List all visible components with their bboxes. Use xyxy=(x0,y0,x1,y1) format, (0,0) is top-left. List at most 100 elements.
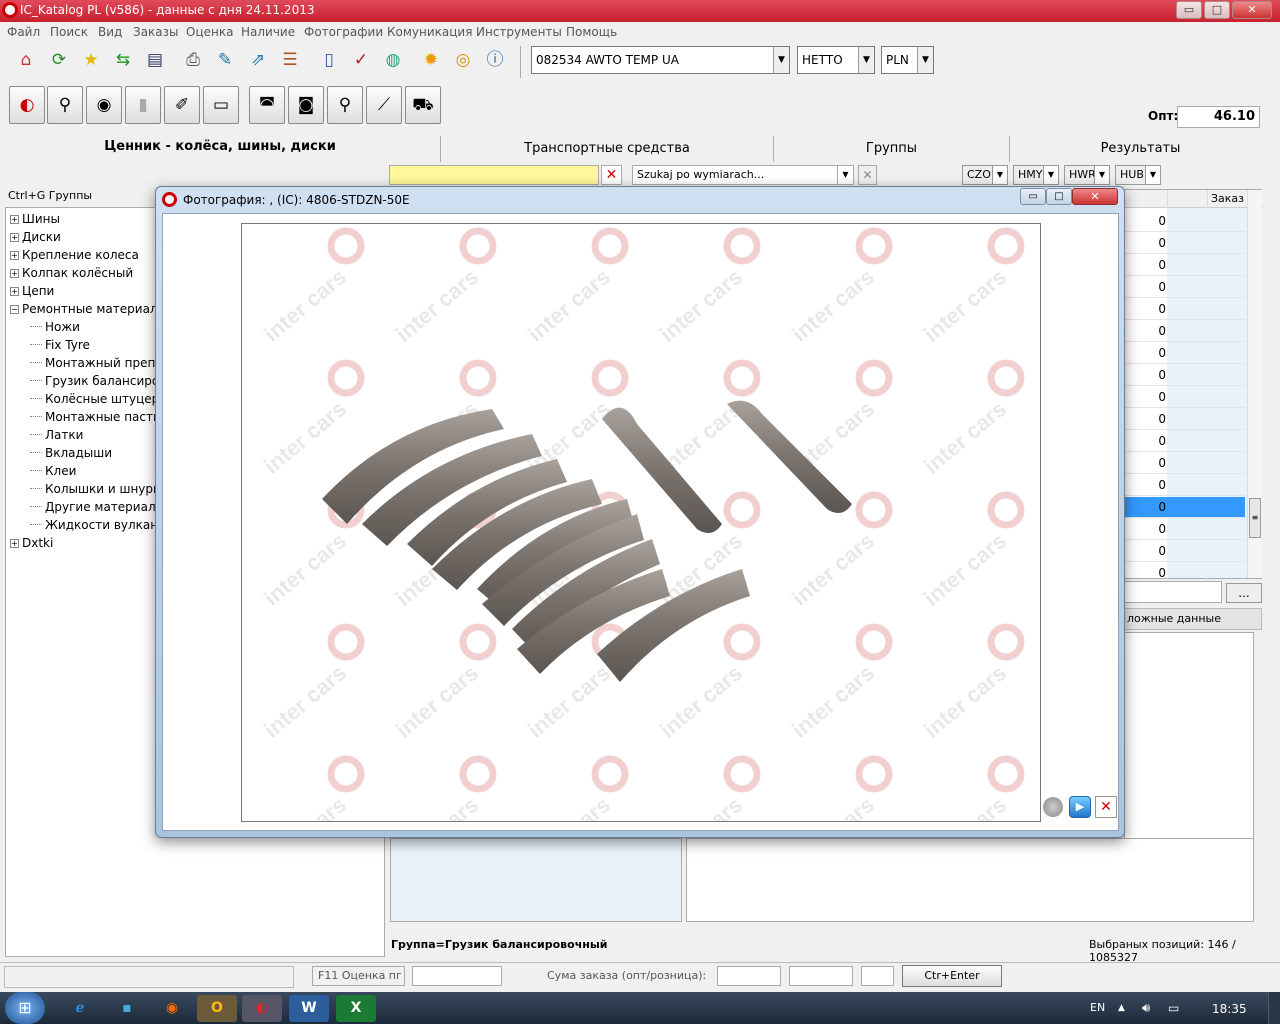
tab-results[interactable]: Результаты xyxy=(1009,136,1271,162)
tree-item[interactable]: Монтажные пасты xyxy=(30,410,162,424)
tree-item[interactable]: Другие материалы xyxy=(30,500,165,514)
menu-file[interactable]: Файл xyxy=(7,25,40,39)
tree-item[interactable]: Ножи xyxy=(30,320,80,334)
user-doc-icon[interactable]: ▯ xyxy=(316,47,342,73)
menu-availability[interactable]: Наличие xyxy=(241,25,295,39)
tree-item[interactable]: Колышки и шнуры xyxy=(30,482,162,496)
menu-rating[interactable]: Оценка xyxy=(186,25,233,39)
photo-record-icon[interactable] xyxy=(1043,797,1063,817)
logo-button[interactable]: ◐ xyxy=(9,86,45,124)
expand-icon[interactable]: + xyxy=(10,287,19,296)
tree-item[interactable]: + Шины xyxy=(10,212,60,226)
star-icon[interactable]: ★ xyxy=(78,47,104,73)
clear-search-icon[interactable]: ✕ xyxy=(601,165,622,185)
menu-tools[interactable]: Инструменты xyxy=(476,25,562,39)
tree-item[interactable]: + Крепление колеса xyxy=(10,248,139,262)
word-icon[interactable]: W xyxy=(289,995,329,1022)
photo-maximize-button[interactable]: □ xyxy=(1046,188,1072,205)
tray-expand-icon[interactable]: ▲ xyxy=(1118,1003,1125,1013)
menu-view[interactable]: Вид xyxy=(98,25,122,39)
list-icon[interactable]: ☰ xyxy=(277,47,303,73)
pen-icon[interactable]: ✎ xyxy=(212,47,238,73)
outlook-icon[interactable]: O xyxy=(197,995,237,1022)
menu-communication[interactable]: Комуникация xyxy=(387,25,472,39)
tree-item[interactable]: Fix Tyre xyxy=(30,338,90,352)
car-button[interactable]: ◚ xyxy=(249,86,285,124)
close-button[interactable]: ✕ xyxy=(1232,1,1272,19)
filter-hub[interactable]: HUB ▼ xyxy=(1115,165,1161,185)
filter-hmy[interactable]: HMY ▼ xyxy=(1013,165,1059,185)
info-icon[interactable]: ⓘ xyxy=(482,47,508,73)
coins-icon[interactable]: ◎ xyxy=(450,47,476,73)
tree-item[interactable]: − Ремонтные материалы xyxy=(10,302,167,316)
tyre-button[interactable]: ◉ xyxy=(86,86,122,124)
tab-vehicles[interactable]: Транспортные средства xyxy=(440,136,773,162)
export-icon[interactable]: ⇗ xyxy=(245,47,271,73)
tools-button[interactable]: ✐ xyxy=(164,86,200,124)
tab-groups[interactable]: Группы xyxy=(773,136,1009,162)
globe-icon[interactable]: ◍ xyxy=(380,47,406,73)
filter-czo[interactable]: CZO ▼ xyxy=(962,165,1008,185)
volume-icon[interactable]: 🔊︎ xyxy=(1142,1001,1150,1016)
network-icon[interactable]: ▭ xyxy=(1168,1001,1179,1015)
ic-katalog-icon[interactable]: ◐ xyxy=(242,995,282,1022)
motorcycle-button[interactable]: ⚲ xyxy=(47,86,83,124)
dims-search-select[interactable]: Szukaj po wymiarach... ▼ xyxy=(632,165,854,185)
price-list-header[interactable]: Ценник - колёса, шины, диски xyxy=(0,134,440,160)
photo-next-icon[interactable]: ▶ xyxy=(1069,796,1091,818)
gear-icon[interactable]: ✹ xyxy=(418,47,444,73)
van-button[interactable]: ◙ xyxy=(288,86,324,124)
price-type-select[interactable]: НЕТТО ▼ xyxy=(797,46,875,74)
menu-photos[interactable]: Фотографии xyxy=(304,25,383,39)
ie-icon[interactable]: ℯ xyxy=(60,995,100,1022)
scrollbar-thumb[interactable]: ≡ xyxy=(1249,498,1261,538)
expand-icon[interactable]: + xyxy=(10,539,19,548)
start-button[interactable]: ⊞ xyxy=(5,992,45,1024)
tree-item[interactable]: + Колпак колёсный xyxy=(10,266,133,280)
menu-orders[interactable]: Заказы xyxy=(133,25,179,39)
tree-item[interactable]: Клеи xyxy=(30,464,76,478)
collapse-icon[interactable]: − xyxy=(10,305,19,314)
photo-close-icon[interactable]: ✕ xyxy=(1095,796,1117,818)
f11-rating-button[interactable]: F11 Оценка пг xyxy=(312,966,405,986)
details-tab[interactable]: ложные данные xyxy=(1120,608,1262,630)
rating-input[interactable] xyxy=(412,966,502,986)
results-scrollbar[interactable]: ≡ xyxy=(1247,190,1262,578)
results-input[interactable] xyxy=(1120,581,1222,603)
expand-icon[interactable]: + xyxy=(10,233,19,242)
expand-icon[interactable]: + xyxy=(10,269,19,278)
firefox-icon[interactable]: ◉ xyxy=(152,995,192,1022)
filter-hwr[interactable]: HWR ▼ xyxy=(1064,165,1110,185)
currency-select[interactable]: PLN ▼ xyxy=(881,46,934,74)
clock[interactable]: 18:35 xyxy=(1212,1002,1247,1016)
language-indicator[interactable]: EN xyxy=(1090,1001,1105,1014)
menu-search[interactable]: Поиск xyxy=(50,25,88,39)
photo-minimize-button[interactable]: ▭ xyxy=(1020,188,1046,205)
menu-help[interactable]: Помощь xyxy=(566,25,617,39)
arrows-icon[interactable]: ⇆ xyxy=(110,47,136,73)
tree-item[interactable]: Вкладыши xyxy=(30,446,112,460)
tractor-button[interactable]: ⛟ xyxy=(405,86,441,124)
expand-icon[interactable]: + xyxy=(10,215,19,224)
document-icon[interactable]: ▤ xyxy=(142,47,168,73)
photo-close-button[interactable]: ✕ xyxy=(1072,188,1118,205)
minimize-button[interactable]: ▭ xyxy=(1176,1,1202,19)
check-doc-icon[interactable]: ✓ xyxy=(348,47,374,73)
save-icon[interactable]: ▪ xyxy=(107,995,147,1022)
home-icon[interactable]: ⌂ xyxy=(13,47,39,73)
tree-item[interactable]: + Dxtki xyxy=(10,536,53,550)
excel-icon[interactable]: X xyxy=(336,995,376,1022)
tree-item[interactable]: Колёсные штуцера xyxy=(30,392,167,406)
clear-dims-icon[interactable]: ✕ xyxy=(858,165,877,185)
tool-button[interactable]: ⟋ xyxy=(366,86,402,124)
order-button[interactable]: Ctr+Enter заказы xyxy=(902,965,1002,1002)
printer-icon[interactable]: ⎙ xyxy=(180,47,206,73)
expand-icon[interactable]: + xyxy=(10,251,19,260)
search-input[interactable] xyxy=(389,165,599,185)
customer-select[interactable]: 082534 AWTO TEMP UA ▼ xyxy=(531,46,790,74)
trailer-button[interactable]: ▭ xyxy=(203,86,239,124)
maximize-button[interactable]: □ xyxy=(1204,1,1230,19)
refresh-icon[interactable]: ⟳ xyxy=(46,47,72,73)
show-desktop-button[interactable] xyxy=(1268,992,1280,1024)
more-button[interactable]: ... xyxy=(1226,583,1262,603)
